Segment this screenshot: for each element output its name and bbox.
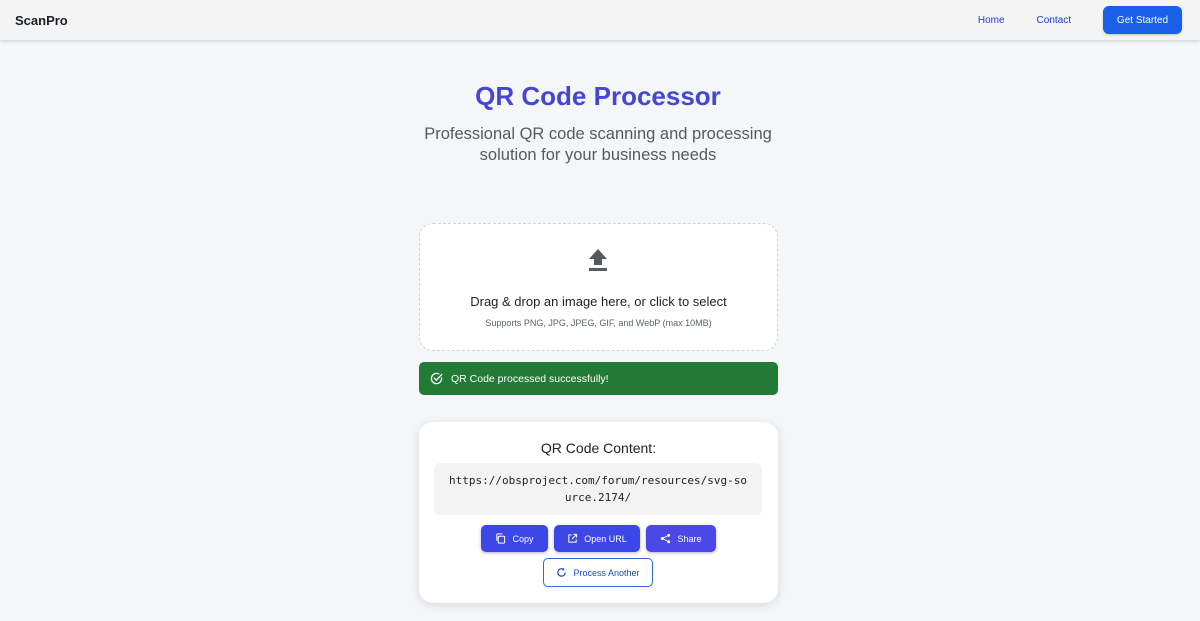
get-started-button[interactable]: Get Started (1103, 6, 1182, 34)
share-button-label: Share (677, 533, 702, 544)
open-url-button[interactable]: Open URL (554, 525, 640, 552)
copy-button[interactable]: Copy (481, 525, 548, 552)
open-url-button-label: Open URL (584, 533, 627, 544)
share-icon (661, 533, 671, 544)
nav-link-contact[interactable]: Contact (1037, 15, 1071, 26)
page-title: QR Code Processor (475, 81, 721, 111)
process-another-label: Process Another (573, 567, 640, 578)
action-buttons: Copy Open URL Share (419, 525, 778, 552)
dropzone-hint: Supports PNG, JPG, JPEG, GIF, and WebP (… (485, 318, 712, 328)
external-link-icon (568, 533, 578, 543)
success-message: QR Code processed successfully! (451, 372, 609, 385)
upload-dropzone[interactable]: Drag & drop an image here, or click to s… (419, 223, 778, 351)
check-circle-icon (430, 372, 443, 385)
share-button[interactable]: Share (646, 525, 716, 552)
nav-links: Home Contact Get Started (978, 6, 1182, 34)
brand-logo[interactable]: ScanPro (15, 13, 68, 28)
copy-icon (496, 533, 506, 544)
page-subtitle: Professional QR code scanning and proces… (424, 125, 772, 164)
copy-button-label: Copy (512, 533, 534, 544)
dropzone-text: Drag & drop an image here, or click to s… (470, 294, 727, 309)
refresh-icon (557, 567, 567, 577)
nav-link-home[interactable]: Home (978, 15, 1005, 26)
success-banner: QR Code processed successfully! (419, 362, 778, 395)
process-another-button[interactable]: Process Another (543, 558, 653, 587)
navbar: ScanPro Home Contact Get Started (0, 0, 1200, 40)
result-card: QR Code Content: https://obsproject.com/… (419, 422, 778, 603)
qr-content-text[interactable]: https://obsproject.com/forum/resources/s… (434, 463, 762, 515)
upload-icon (589, 249, 607, 271)
result-title: QR Code Content: (540, 440, 657, 456)
